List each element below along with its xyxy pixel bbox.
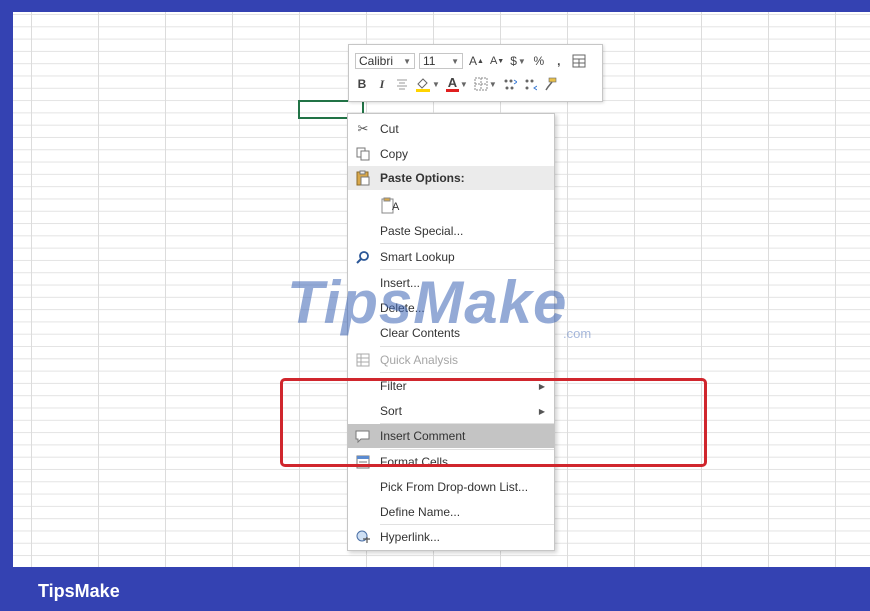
chevron-down-icon: ▼ — [517, 56, 526, 66]
clipboard-icon — [354, 169, 372, 187]
watermark-suffix: .com — [563, 326, 592, 341]
fill-color-button[interactable]: ▼ — [415, 75, 440, 93]
grow-font-button[interactable]: A ▲ — [469, 52, 484, 70]
frame-top-bar — [0, 0, 870, 12]
font-color-button[interactable]: A ▼ — [445, 75, 468, 93]
percent-style-button[interactable]: % — [532, 52, 546, 70]
align-center-button[interactable] — [395, 75, 409, 93]
italic-button[interactable]: I — [375, 75, 389, 93]
footer-bar — [0, 567, 870, 611]
format-painter-button[interactable] — [543, 75, 557, 93]
scissors-icon: ✂ — [357, 121, 369, 136]
menu-separator — [380, 346, 554, 347]
menu-item-quick-analysis: Quick Analysis — [348, 348, 554, 372]
borders-icon — [474, 77, 488, 91]
menu-item-paste-special[interactable]: Paste Special... — [348, 219, 554, 243]
mini-toolbar-row-1: Calibri ▼ 11 ▼ A ▲ A ▼ $ ▼ % , — [355, 51, 592, 71]
decrease-decimal-icon — [525, 79, 537, 91]
menu-item-smart-lookup[interactable]: Smart Lookup — [348, 245, 554, 269]
font-name-select[interactable]: Calibri ▼ — [355, 53, 415, 69]
menu-item-cut[interactable]: ✂ Cut — [348, 117, 554, 141]
menu-header-paste-options: Paste Options: — [348, 166, 554, 190]
hyperlink-icon — [354, 528, 372, 546]
chevron-down-icon: ▼ — [451, 56, 459, 66]
align-center-icon — [397, 79, 407, 90]
fill-color-icon — [416, 78, 430, 92]
search-icon — [354, 248, 372, 266]
bold-button[interactable]: B — [355, 75, 369, 93]
chevron-down-icon: ▼ — [432, 79, 440, 89]
copy-icon — [354, 145, 372, 163]
increase-decimal-icon — [504, 79, 517, 90]
format-painter-icon — [545, 77, 557, 91]
table-format-button[interactable] — [572, 52, 586, 70]
watermark-logo: TipsMake — [287, 269, 568, 336]
brand-label: TipsMake — [38, 581, 120, 601]
mini-toolbar-row-2: B I ▼ A ▼ ▼ — [355, 74, 563, 94]
menu-item-pick-from-dropdown[interactable]: Pick From Drop-down List... — [348, 475, 554, 499]
annotation-highlight-box — [280, 378, 707, 467]
chevron-down-icon: ▼ — [488, 79, 497, 89]
shrink-font-button[interactable]: A ▼ — [490, 52, 504, 70]
frame-left-bar — [0, 0, 13, 611]
decrease-decimal-button[interactable] — [523, 75, 537, 93]
font-size-value: 11 — [423, 54, 436, 68]
menu-item-copy[interactable]: Copy — [348, 142, 554, 166]
increase-decimal-button[interactable] — [503, 75, 517, 93]
table-format-icon — [572, 54, 586, 68]
menu-item-hyperlink[interactable]: Hyperlink... — [348, 525, 554, 549]
comma-style-button[interactable]: , — [552, 52, 566, 70]
font-size-select[interactable]: 11 ▼ — [419, 53, 463, 69]
menu-item-define-name[interactable]: Define Name... — [348, 500, 554, 524]
font-name-value: Calibri — [359, 54, 394, 68]
chevron-down-icon: ▼ — [459, 79, 468, 89]
paste-option-button[interactable]: A — [348, 194, 554, 218]
menu-separator — [380, 372, 554, 373]
quick-analysis-icon — [354, 351, 372, 369]
mini-toolbar: Calibri ▼ 11 ▼ A ▲ A ▼ $ ▼ % , B I ▼ A ▼… — [348, 44, 603, 102]
borders-button[interactable]: ▼ — [474, 75, 497, 93]
chevron-down-icon: ▼ — [403, 56, 411, 66]
menu-separator — [380, 243, 554, 244]
font-color-swatch — [445, 88, 459, 92]
currency-format-button[interactable]: $ ▼ — [510, 52, 526, 70]
